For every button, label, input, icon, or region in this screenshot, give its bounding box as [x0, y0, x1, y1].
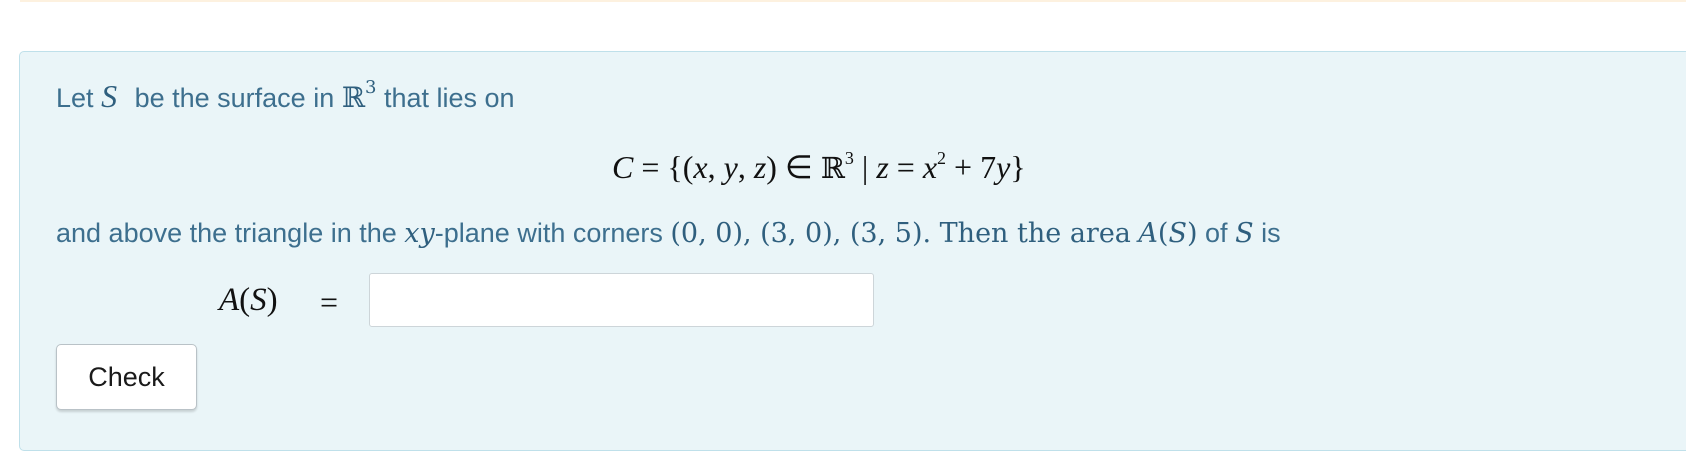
real-space-symbol: ℝ3 — [341, 77, 377, 115]
region-period: . Then the area — [922, 218, 1131, 249]
problem-region-line: and above the triangle in the xy-plane w… — [56, 218, 1281, 249]
problem-intro-line: Let S be the surface in ℝ3 that lies on — [56, 78, 515, 115]
top-divider — [20, 0, 1686, 2]
check-button[interactable]: Check — [56, 344, 197, 410]
region-is: is — [1261, 218, 1281, 248]
region-middle: -plane with corners — [434, 218, 663, 248]
intro-middle: be the surface in — [134, 83, 335, 113]
surface-symbol-2: S — [1235, 218, 1254, 249]
area-symbol: A(S) — [1138, 218, 1198, 249]
surface-definition-equation: C = {(x, y, z) ∈ ℝ3 | z = x2 + 7y} — [612, 148, 1026, 185]
intro-suffix: that lies on — [383, 83, 515, 113]
region-prefix: and above the triangle in the — [56, 218, 397, 248]
answer-label: A(S) — [219, 282, 278, 318]
region-of: of — [1205, 218, 1228, 248]
triangle-corners: (0, 0), (3, 0), (3, 5) — [670, 218, 923, 249]
intro-prefix: Let — [56, 83, 94, 113]
xy-plane-symbol: xy — [404, 218, 435, 249]
equals-sign: = — [320, 284, 339, 320]
surface-symbol: S — [101, 78, 118, 114]
answer-input[interactable] — [369, 273, 874, 327]
